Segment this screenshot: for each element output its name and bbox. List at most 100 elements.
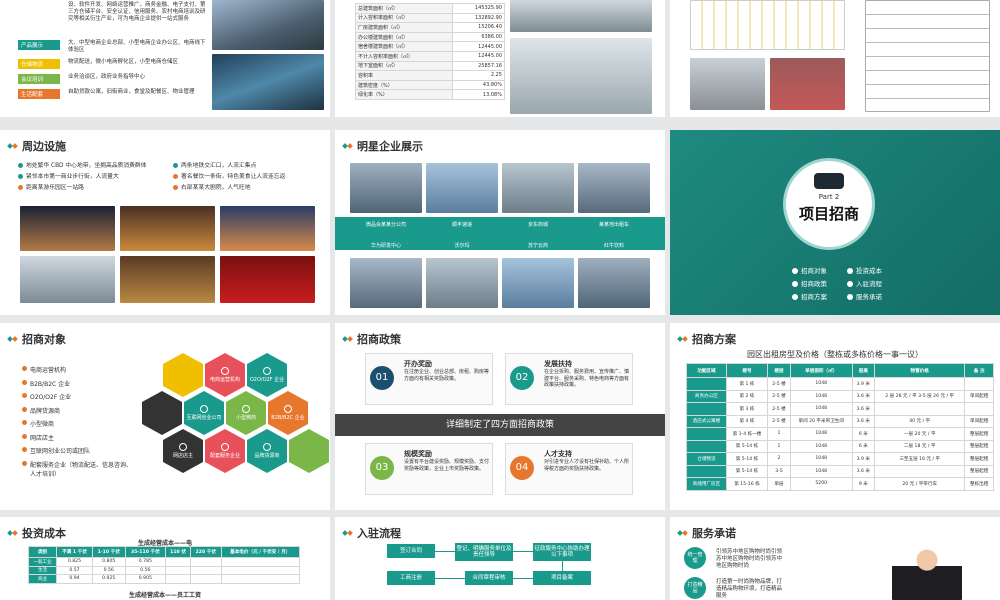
table-cell: 3.6 米 — [851, 389, 876, 403]
menu-label: 服务承诺 — [856, 293, 882, 301]
diamond-icon — [677, 334, 688, 344]
table-cell: 第 3 栋 — [725, 402, 769, 416]
menu-item[interactable]: 服务承诺 — [847, 291, 902, 301]
table-cell: 12445.00 — [452, 41, 505, 52]
list-item: 配套服务企业（物流配送、信息咨询、人才培训） — [22, 460, 134, 478]
menu-item[interactable]: 招商对象 — [792, 265, 847, 275]
diamond-icon — [342, 528, 353, 538]
function-text: 物流配送，微小电商孵化区，小型电商仓储区 — [68, 59, 179, 65]
process-step: 登记、明确服务单位及责任领导 — [455, 543, 513, 561]
function-text: 自助贷款公寓，旧街商业，食堂及配餐区、物业管理 — [68, 89, 195, 95]
table-cell: 3.9 米 — [851, 377, 876, 391]
businessman-photo — [892, 543, 962, 600]
table-cell: 第 5-14 栋 — [725, 464, 769, 478]
table-cell: 一层 20 元 / 平 — [874, 427, 966, 441]
floor-plan-drawing — [690, 0, 845, 50]
table-cell: 1048 — [789, 452, 853, 466]
table-cell: 0.825 — [56, 557, 93, 567]
policy-banner: 详细制定了四方面招商政策 — [335, 414, 665, 436]
cover-title: 项目招商 — [798, 205, 859, 223]
slide-floor-plan[interactable] — [670, 0, 1000, 117]
table-cell — [190, 565, 222, 575]
slide-surroundings[interactable]: 周边设施 地处繁华 CBD 中心地带，坐拥高品质消费群体 两条地铁交汇口，人流汇集… — [0, 130, 330, 315]
photo-train — [20, 256, 115, 303]
photo-skyline — [220, 206, 315, 251]
menu-item[interactable]: 入驻流程 — [847, 278, 902, 288]
table-cell — [964, 377, 994, 391]
table-cell: 单间 20 平米带卫生间 — [789, 414, 853, 428]
table-cell: 第 4 栋 — [725, 414, 769, 428]
policy-text: 在企业拆购、服务费用、宣传推广、慎建平台、服务采购、特色电商等方面有政策扶持政策… — [544, 369, 630, 388]
hex-label: 配套服务企业 — [209, 453, 240, 459]
table-header: 1-10 千伏 — [91, 546, 126, 558]
hex-label: 网店店主 — [172, 453, 193, 459]
slide-service[interactable]: 服务承诺 统一管理 引领苏中地区购物时尚引领苏中地区购物时尚引领苏中地区购物时尚打… — [670, 517, 1000, 600]
table-cell: 商储用厂房区 — [686, 477, 727, 491]
table-cell: 第 5-14 栋 — [725, 452, 769, 466]
table-header-row: 类别 不满 1 千伏 1-10 千伏 35-110 千伏 110 伏 220 千伏 基本电价… — [27, 546, 301, 558]
item-text: B2B/B2C 企业 — [30, 380, 71, 388]
plus-icon — [792, 281, 798, 287]
list-item: 互联网创业公司或团队 — [22, 446, 134, 455]
table-cell: 1048 — [789, 377, 853, 391]
menu-item[interactable]: 招商政策 — [792, 278, 847, 288]
table-cell: 0.56 — [124, 565, 167, 575]
process-step: 工商注册 — [387, 571, 435, 585]
table-cell — [686, 464, 727, 478]
table-cell — [165, 574, 192, 584]
table-cell: 2 — [767, 452, 791, 466]
photo-night-city — [20, 206, 115, 251]
table-cell: 2-5 楼 — [767, 377, 791, 391]
arrow-icon — [562, 561, 563, 571]
slide-park-intro[interactable]: 设、软件开发、网络运营推广，商务金融、电子支付、第三方仓储平台、安全认证、信用服… — [0, 0, 330, 117]
part-label: Part 2 — [818, 193, 840, 201]
menu-item[interactable]: 投资成本 — [847, 265, 902, 275]
warehouse-photo-2 — [770, 58, 845, 110]
arrow-icon — [513, 578, 533, 579]
table-cell: 商业 — [27, 574, 58, 584]
list-item: 网店店主 — [22, 433, 134, 442]
table-cell: 1048 — [789, 402, 853, 416]
table-cell: 宿舍楼建筑面积（㎡） — [354, 41, 454, 52]
slide-plan[interactable]: 招商方案 园区出租房型及价格（整栋或多栋价格一事一议） 功能区域 楼号 楼层 单层面积… — [670, 323, 1000, 510]
table-cell: 1 — [767, 439, 791, 453]
table-cell: 0.56 — [91, 565, 126, 575]
table-cell: 整层起租 — [964, 464, 994, 478]
table-cell: 0.805 — [91, 557, 126, 567]
slide-title: 招商对象 — [22, 333, 66, 346]
hex-label: B2B/B2C 企业 — [271, 415, 305, 421]
slide-entry-process[interactable]: 入驻流程 签订合同 登记、明确服务单位及责任领导 征政服务中心协助办理以下事项 工商注… — [335, 517, 665, 600]
hexagon: 品牌货源商 — [247, 429, 287, 473]
table-cell: 3.6 米 — [851, 414, 876, 428]
bullet-icon — [173, 174, 178, 179]
slide-area-data[interactable]: 总建筑面积（㎡） 145325.90 计入容积率面积（㎡） 132892.90 厂房建筑… — [335, 0, 665, 117]
slide-part2-cover[interactable]: Part 2 项目招商 招商对象 投资成本 招商政策 入驻流程招商方案 服务承诺 — [670, 130, 1000, 315]
slide-investment[interactable]: 投资成本 生成经营成本——电 类别 不满 1 千伏 1-10 千伏 35-110 千伏… — [0, 517, 330, 600]
menu-item[interactable]: 招商方案 — [792, 291, 847, 301]
slide-policy[interactable]: 招商政策 详细制定了四方面招商政策 01 开办奖励 在注册企业、创业总部、房租、购房… — [335, 323, 665, 510]
table-cell: 整栋出租 — [964, 477, 994, 491]
menu-label: 招商方案 — [801, 293, 827, 301]
hexagon — [289, 429, 329, 473]
hex-label: 电商运营机构 — [209, 377, 240, 383]
bullet-icon — [22, 406, 27, 412]
table-cell: 6 米 — [851, 439, 876, 453]
city-photo — [212, 0, 324, 50]
plus-icon — [792, 294, 798, 300]
table-cell — [190, 574, 222, 584]
diamond-icon — [342, 334, 353, 344]
table-row: 酒店式公寓楼第 4 栋 2-5 楼单间 20 平米带卫生间 3.6 米 40 元 / … — [686, 414, 994, 428]
intro-text: 设、软件开发、网络运营推广，商务金融、电子支付、第三方仓储平台、安全认证、信用服… — [68, 2, 206, 22]
policy-title: 规模奖励 — [404, 450, 432, 458]
table-cell — [874, 402, 966, 416]
diamond-icon — [677, 528, 688, 538]
list-item: 小型微商 — [22, 419, 134, 428]
table-cell: 仓储物流 — [686, 452, 727, 466]
bullet-icon — [18, 163, 23, 168]
slide-targets[interactable]: 招商对象 电商运营机构 B2B/B2C 企业 O2O/O2F 企业 品牌货源商 小型微商… — [0, 323, 330, 510]
slide-star-companies[interactable]: 明星企业展示 微品会某某分公司 顺丰速递 京东商城 莱某地出租车 华为研发中心 沃尔玛 苏… — [335, 130, 665, 315]
table-row: 商储用厂房区第 15-16 栋单层 5200 9 米 20 元 / 平带行车 整栋出租 — [686, 477, 994, 491]
policy-card: 02 发展扶持 在企业拆购、服务费用、宣传推广、慎建平台、服务采购、特色电商等方面有… — [505, 353, 633, 405]
company-name: 京东商城 — [527, 222, 548, 228]
table-cell: 1048 — [789, 389, 853, 403]
